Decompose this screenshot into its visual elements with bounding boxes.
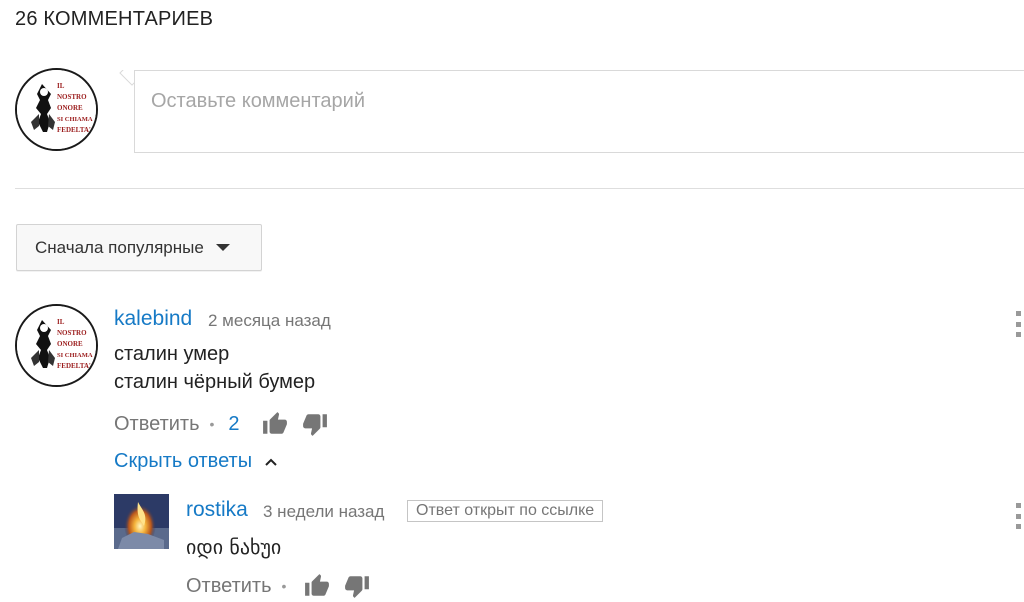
fire-photo-image: [114, 494, 169, 549]
linked-comment-badge: Ответ открыт по ссылке: [407, 500, 604, 522]
svg-text:NOSTRO: NOSTRO: [57, 93, 87, 101]
reply-author-avatar[interactable]: [114, 494, 169, 549]
svg-text:NOSTRO: NOSTRO: [57, 329, 87, 337]
sort-dropdown[interactable]: Сначала популярные: [16, 224, 262, 271]
svg-text:SI CHIAMA: SI CHIAMA: [57, 352, 93, 359]
thumbs-up-icon[interactable]: [262, 411, 288, 437]
thumbs-up-icon[interactable]: [304, 573, 330, 599]
svg-text:ONORE: ONORE: [57, 104, 83, 112]
reply-text: იდი ნახუი: [186, 535, 282, 559]
reply-author-name[interactable]: rostika: [186, 498, 248, 522]
reply-button[interactable]: Ответить: [186, 575, 272, 598]
svg-text:FEDELTA': FEDELTA': [57, 362, 91, 370]
comment-author-name[interactable]: kalebind: [114, 307, 192, 331]
like-count: 2: [228, 412, 240, 435]
current-user-avatar[interactable]: IL NOSTRO ONORE SI CHIAMA FEDELTA': [15, 68, 98, 151]
more-vert-icon[interactable]: [1015, 503, 1021, 529]
avatar-logo-image: IL NOSTRO ONORE SI CHIAMA FEDELTA': [17, 70, 96, 149]
hide-replies-label: Скрыть ответы: [114, 450, 253, 472]
separator-dot: •: [209, 416, 215, 432]
comment-input[interactable]: [151, 90, 851, 113]
divider: [15, 188, 1024, 189]
more-vert-icon[interactable]: [1015, 311, 1021, 337]
caret-down-icon: [215, 244, 230, 251]
comment-timestamp[interactable]: 2 месяца назад: [208, 311, 331, 331]
comment-composer[interactable]: [134, 70, 1024, 153]
thumbs-down-icon[interactable]: [302, 411, 328, 437]
reply-actions: Ответить •: [186, 573, 384, 599]
comment-text-line: сталин чёрный бумер: [114, 371, 316, 393]
svg-text:IL: IL: [57, 82, 65, 90]
comment-text: сталин умер сталин чёрный бумер: [114, 340, 315, 396]
chevron-up-icon: [265, 458, 277, 466]
reply-timestamp[interactable]: 3 недели назад: [263, 502, 384, 522]
svg-text:ONORE: ONORE: [57, 340, 83, 348]
comment-actions: Ответить • 2: [114, 411, 342, 437]
svg-text:FEDELTA': FEDELTA': [57, 126, 91, 134]
comment-text-line: сталин умер: [114, 343, 230, 365]
avatar-logo-image: IL NOSTRO ONORE SI CHIAMA FEDELTA': [17, 306, 96, 385]
thumbs-down-icon[interactable]: [344, 573, 370, 599]
comment-count-title: 26 КОММЕНТАРИЕВ: [15, 8, 214, 30]
svg-text:IL: IL: [57, 318, 65, 326]
hide-replies-toggle[interactable]: Скрыть ответы: [114, 450, 278, 473]
sort-label: Сначала популярные: [35, 237, 204, 257]
comments-section: 26 КОММЕНТАРИЕВ IL NOSTRO ONORE SI CHIAM…: [0, 0, 1024, 602]
composer-notch: [118, 70, 135, 87]
reply-button[interactable]: Ответить: [114, 413, 200, 436]
svg-text:SI CHIAMA: SI CHIAMA: [57, 116, 93, 123]
separator-dot: •: [281, 578, 287, 594]
comment-author-avatar[interactable]: IL NOSTRO ONORE SI CHIAMA FEDELTA': [15, 304, 98, 387]
